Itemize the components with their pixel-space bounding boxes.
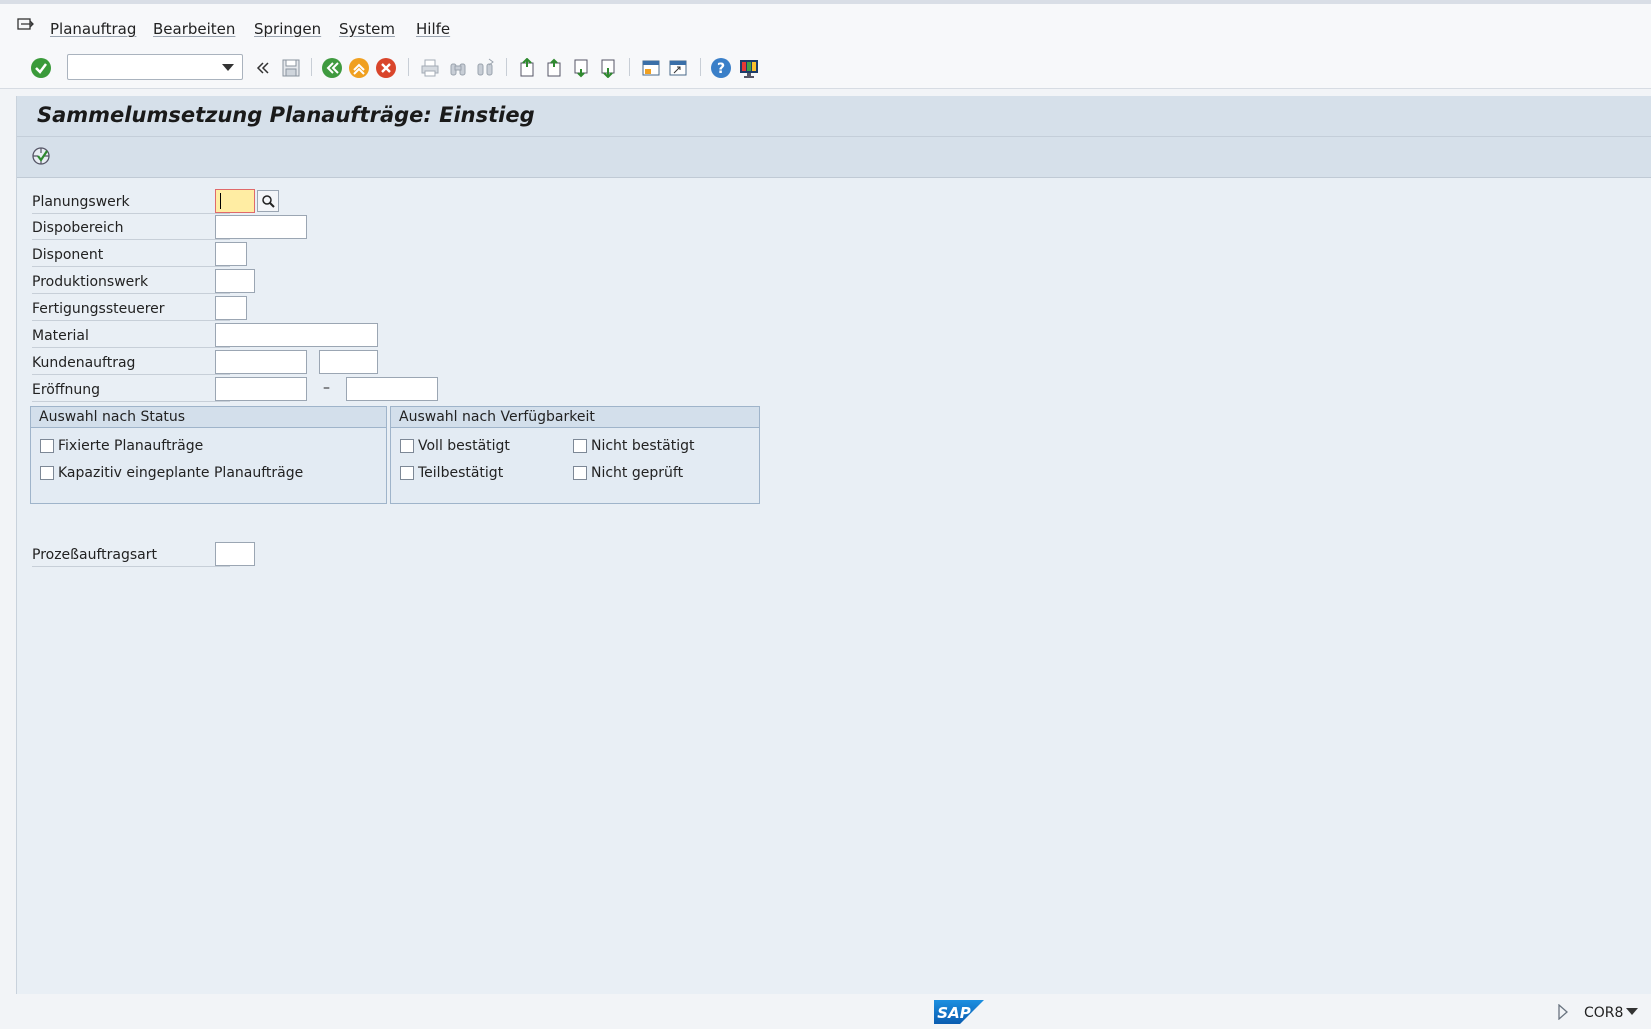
new-session-icon[interactable] xyxy=(639,56,663,80)
sap-logo: SAP xyxy=(934,1000,984,1024)
produktionswerk-label: Produktionswerk xyxy=(32,272,230,294)
execute-icon[interactable] xyxy=(30,145,52,167)
checkbox-box[interactable] xyxy=(400,466,414,480)
menu-icon[interactable] xyxy=(17,18,35,32)
help-icon[interactable]: ? xyxy=(709,56,733,80)
save-icon[interactable] xyxy=(279,56,303,80)
material-label: Material xyxy=(32,326,230,348)
kundenauftrag-label: Kundenauftrag xyxy=(32,353,230,375)
checkbox-label: Teilbestätigt xyxy=(418,465,504,481)
checkbox-box[interactable] xyxy=(400,439,414,453)
menu-bar: Planauftrag Bearbeiten Springen System H… xyxy=(0,0,1651,48)
checkbox-teilbestaetigt[interactable]: Teilbestätigt xyxy=(400,465,503,481)
page-title: Sammelumsetzung Planaufträge: Einstieg xyxy=(37,103,535,127)
last-page-icon[interactable] xyxy=(596,56,620,80)
command-dropdown-icon[interactable] xyxy=(222,64,234,71)
kundenauftrag-input[interactable] xyxy=(215,350,307,374)
menu-bearbeiten[interactable]: Bearbeiten xyxy=(153,20,235,38)
planungswerk-label: Planungswerk xyxy=(32,192,230,214)
checkbox-nicht-geprueft[interactable]: Nicht geprüft xyxy=(573,465,683,481)
dispobereich-input[interactable] xyxy=(215,215,307,239)
system-dropdown-icon[interactable] xyxy=(1626,1008,1638,1016)
double-chevron-left-icon[interactable] xyxy=(251,56,275,80)
standard-toolbar: ? xyxy=(0,48,1651,89)
checkbox-label: Nicht geprüft xyxy=(591,465,684,481)
value-help-icon[interactable] xyxy=(257,190,279,212)
svg-text:?: ? xyxy=(717,61,725,77)
prozessauftragsart-label: Prozeßauftragsart xyxy=(32,545,230,567)
first-page-icon[interactable] xyxy=(515,56,539,80)
main-screen: Sammelumsetzung Planaufträge: Einstieg P… xyxy=(16,96,1651,994)
availability-group-title: Auswahl nach Verfügbarkeit xyxy=(391,407,759,428)
checkbox-nicht-bestaetigt[interactable]: Nicht bestätigt xyxy=(573,438,695,454)
eroeffnung-label: Eröffnung xyxy=(32,380,230,402)
menu-planauftrag[interactable]: Planauftrag xyxy=(50,20,136,38)
range-separator: – xyxy=(323,380,330,396)
customize-layout-icon[interactable] xyxy=(737,56,761,80)
sap-logo-text: SAP xyxy=(937,1004,970,1022)
checkbox-box[interactable] xyxy=(40,466,54,480)
material-input[interactable] xyxy=(215,323,378,347)
title-bar: Sammelumsetzung Planaufträge: Einstieg xyxy=(17,96,1651,137)
checkbox-box[interactable] xyxy=(573,439,587,453)
system-name: COR8 xyxy=(1584,1005,1624,1021)
find-next-icon[interactable] xyxy=(473,56,497,80)
produktionswerk-input[interactable] xyxy=(215,269,255,293)
availability-selection-group: Auswahl nach Verfügbarkeit Voll bestätig… xyxy=(390,406,760,504)
checkbox-label: Nicht bestätigt xyxy=(591,438,695,454)
status-selection-group: Auswahl nach Status Fixierte Planaufträg… xyxy=(30,406,387,504)
find-icon[interactable] xyxy=(446,56,470,80)
cancel-icon[interactable] xyxy=(374,56,398,80)
dispobereich-label: Dispobereich xyxy=(32,218,230,240)
enter-check-icon[interactable] xyxy=(29,56,53,80)
checkbox-label: Voll bestätigt xyxy=(418,438,510,454)
fertigungssteuerer-input[interactable] xyxy=(215,296,247,320)
disponent-label: Disponent xyxy=(32,245,230,267)
command-field[interactable] xyxy=(67,54,243,80)
exit-icon[interactable] xyxy=(347,56,371,80)
application-toolbar xyxy=(17,137,1651,178)
fertigungssteuerer-label: Fertigungssteuerer xyxy=(32,299,230,321)
checkbox-voll-bestaetigt[interactable]: Voll bestätigt xyxy=(400,438,510,454)
checkbox-label: Kapazitiv eingeplante Planaufträge xyxy=(58,465,304,481)
create-shortcut-icon[interactable] xyxy=(666,56,690,80)
disponent-input[interactable] xyxy=(215,242,247,266)
status-bar: SAP COR8 xyxy=(0,994,1651,1029)
checkbox-fixierte-planauftraege[interactable]: Fixierte Planaufträge xyxy=(40,438,203,454)
print-icon[interactable] xyxy=(418,56,442,80)
checkbox-box[interactable] xyxy=(573,466,587,480)
menu-springen[interactable]: Springen xyxy=(254,20,321,38)
checkbox-label: Fixierte Planaufträge xyxy=(58,438,204,454)
menu-system[interactable]: System xyxy=(339,20,395,38)
menu-hilfe[interactable]: Hilfe xyxy=(416,20,450,38)
status-expand-icon[interactable] xyxy=(1557,1004,1569,1020)
checkbox-kapazitiv-eingeplante[interactable]: Kapazitiv eingeplante Planaufträge xyxy=(40,465,303,481)
previous-page-icon[interactable] xyxy=(542,56,566,80)
next-page-icon[interactable] xyxy=(569,56,593,80)
checkbox-box[interactable] xyxy=(40,439,54,453)
eroeffnung-from-input[interactable] xyxy=(215,377,307,401)
kundenauftrag-position-input[interactable] xyxy=(319,350,378,374)
prozessauftragsart-input[interactable] xyxy=(215,542,255,566)
eroeffnung-to-input[interactable] xyxy=(346,377,438,401)
back-icon[interactable] xyxy=(320,56,344,80)
planungswerk-input[interactable] xyxy=(215,189,255,213)
status-group-title: Auswahl nach Status xyxy=(31,407,386,428)
